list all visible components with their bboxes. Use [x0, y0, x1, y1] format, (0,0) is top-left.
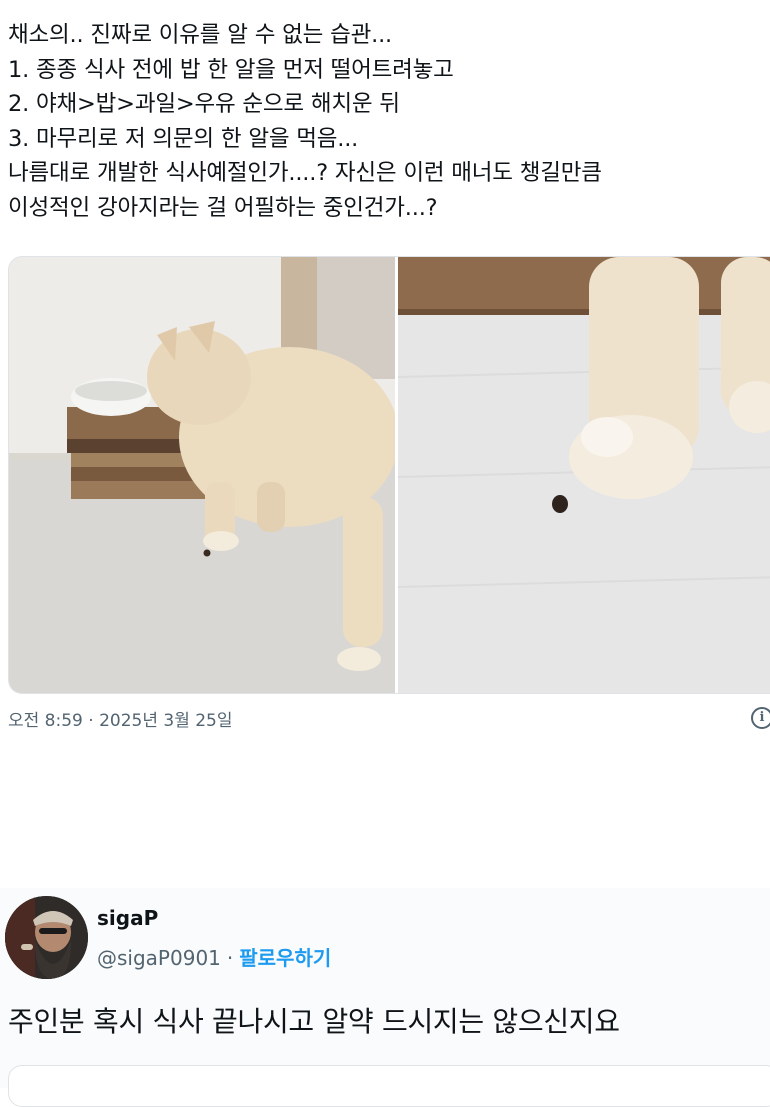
tweet-card: 채소의.. 진짜로 이유를 알 수 없는 습관... 1. 종종 식사 전에 밥…	[0, 0, 770, 740]
photo-dog-at-bowl[interactable]	[9, 257, 399, 693]
avatar-image	[5, 896, 88, 979]
tweet-timestamp[interactable]: 오전 8:59 · 2025년 3월 25일	[8, 706, 233, 731]
tweet-text-line: 1. 종종 식사 전에 밥 한 알을 먼저 떨어트려놓고	[8, 56, 454, 83]
separator-dot: ·	[226, 946, 234, 970]
tweet-text-line: 나름대로 개발한 식사예절인가....? 자신은 이런 매너도 챙길만큼	[8, 160, 602, 186]
tweet-text: 채소의.. 진짜로 이유를 알 수 없는 습관... 1. 종종 식사 전에 밥…	[8, 18, 768, 225]
reply-username[interactable]: sigaP	[97, 906, 158, 930]
reply-handle-line: @sigaP0901 · 팔로우하기	[97, 942, 331, 971]
tweet-media[interactable]	[8, 256, 770, 694]
quoted-card-edge	[8, 1065, 770, 1107]
media-grid	[9, 257, 770, 693]
follow-button[interactable]: 팔로우하기	[239, 946, 331, 970]
tweet-text-line: 2. 야채>밥>과일>우유 순으로 해치운 뒤	[8, 91, 400, 117]
info-icon[interactable]: i	[751, 707, 770, 729]
reply-tweet-card: sigaP @sigaP0901 · 팔로우하기 주인분 혹시 식사 끝나시고 알약…	[0, 888, 770, 1088]
tweet-text-line: 이성적인 강아지라는 걸 어필하는 중인건가...?	[8, 194, 438, 221]
tweet-text-line: 3. 마무리로 저 의문의 한 알을 먹음...	[8, 125, 359, 152]
avatar[interactable]	[5, 896, 88, 979]
reply-handle[interactable]: @sigaP0901	[97, 946, 221, 970]
tweet-text-line: 채소의.. 진짜로 이유를 알 수 없는 습관...	[8, 22, 392, 48]
photo-dog-paw-with-kibble[interactable]	[397, 257, 770, 693]
feed-gap	[0, 740, 770, 888]
reply-text: 주인분 혹시 식사 끝나시고 알약 드시지는 않으신지요	[8, 1005, 620, 1038]
